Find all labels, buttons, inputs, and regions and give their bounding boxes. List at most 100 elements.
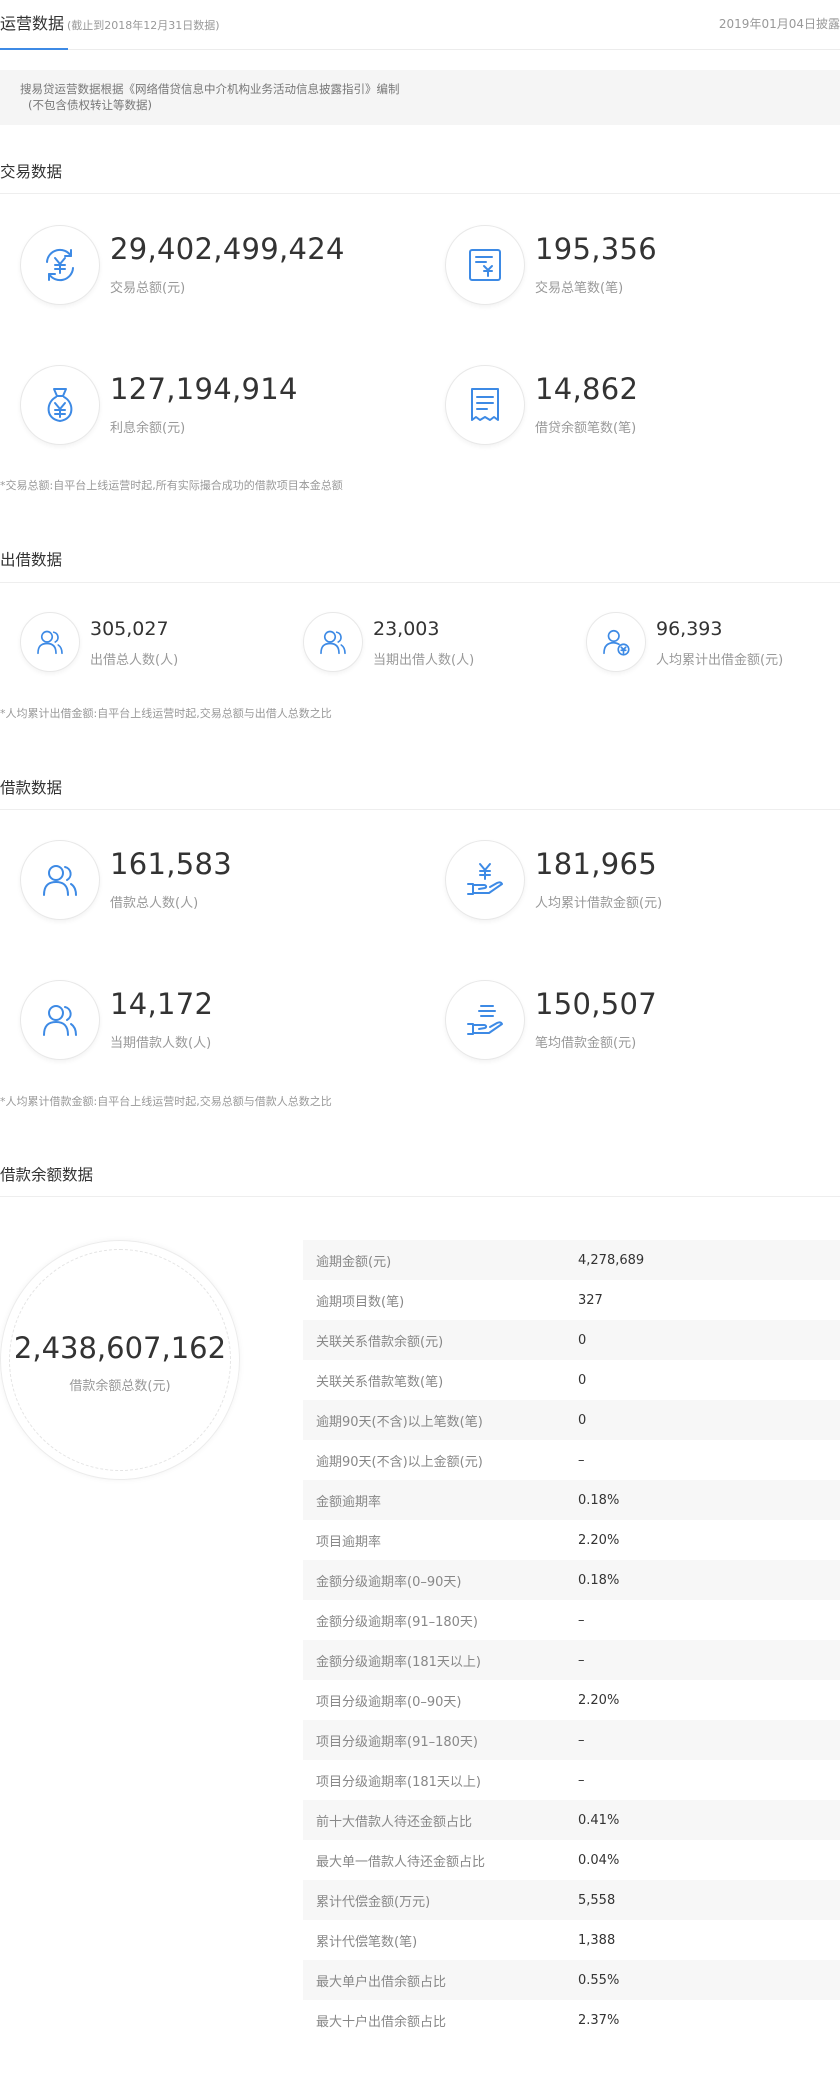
- row-value: 4,278,689: [578, 1252, 645, 1268]
- row-label: 项目分级逾期率(181天以上): [316, 1774, 481, 1790]
- table-row: 最大单一借款人待还金额占比 0.04%: [303, 1840, 840, 1880]
- transaction-divider: [0, 193, 840, 194]
- borrowing-section-title: 借款数据: [0, 779, 63, 797]
- row-label: 关联关系借款笔数(笔): [316, 1374, 444, 1390]
- row-value: 0.04%: [578, 1852, 620, 1868]
- row-value: –: [578, 1452, 585, 1468]
- table-row: 项目分级逾期率(0–90天) 2.20%: [303, 1680, 840, 1720]
- stat-label: 人均累计借款金额(元): [535, 896, 663, 911]
- lending-divider: [0, 582, 840, 583]
- table-row: 项目分级逾期率(91–180天) –: [303, 1720, 840, 1760]
- table-row: 最大十户出借余额占比 2.37%: [303, 2000, 840, 2040]
- table-row: 金额分级逾期率(181天以上) –: [303, 1640, 840, 1680]
- stat-label: 交易总额(元): [110, 281, 186, 296]
- row-label: 金额逾期率: [316, 1494, 382, 1510]
- row-value: 0.41%: [578, 1812, 620, 1828]
- yuan-cycle-icon: [20, 225, 100, 305]
- stat-label: 出借总人数(人): [90, 653, 179, 668]
- row-value: 0: [578, 1332, 587, 1348]
- transaction-footnote: *交易总额:自平台上线运营时起,所有实际撮合成功的借款项目本金总额: [0, 479, 343, 492]
- risk-metrics-table: 逾期金额(元) 4,278,689 逾期项目数(笔) 327 关联关系借款余额(元)…: [303, 1240, 840, 2040]
- row-label: 金额分级逾期率(181天以上): [316, 1654, 481, 1670]
- table-row: 关联关系借款余额(元) 0: [303, 1320, 840, 1360]
- stat-value: 23,003: [373, 618, 440, 640]
- row-label: 最大单户出借余额占比: [316, 1974, 447, 1990]
- row-value: 327: [578, 1292, 603, 1308]
- disclosure-date: 2019年01月04日披露: [718, 17, 840, 31]
- table-row: 关联关系借款笔数(笔) 0: [303, 1360, 840, 1400]
- stat-value: 127,194,914: [110, 372, 298, 406]
- users-icon: [20, 612, 80, 672]
- stat-value: 195,356: [535, 232, 658, 266]
- table-row: 最大单户出借余额占比 0.55%: [303, 1960, 840, 2000]
- row-value: –: [578, 1652, 585, 1668]
- tab-title: 运营数据: [0, 14, 65, 33]
- balance-total-label: 借款余额总数(元): [69, 1379, 171, 1394]
- stat-label: 人均累计出借金额(元): [656, 653, 784, 668]
- stat-label: 借款总人数(人): [110, 896, 199, 911]
- row-label: 金额分级逾期率(91–180天): [316, 1614, 478, 1630]
- row-value: –: [578, 1772, 585, 1788]
- stat-label: 交易总笔数(笔): [535, 281, 624, 296]
- stat-value: 14,172: [110, 987, 214, 1021]
- active-tab-indicator: [0, 48, 68, 50]
- row-value: 0: [578, 1412, 587, 1428]
- row-value: 2.20%: [578, 1532, 620, 1548]
- row-value: 5,558: [578, 1892, 616, 1908]
- notice-box: 搜易贷运营数据根据《网络借贷信息中介机构业务活动信息披露指引》编制 (不包含债权…: [0, 70, 840, 125]
- balance-total-value: 2,438,607,162: [13, 1331, 227, 1365]
- stat-value: 181,965: [535, 847, 658, 881]
- row-label: 项目逾期率: [316, 1534, 382, 1550]
- stat-value: 14,862: [535, 372, 639, 406]
- table-row: 逾期90天(不含)以上笔数(笔) 0: [303, 1400, 840, 1440]
- stat-label: 当期借款人数(人): [110, 1036, 212, 1051]
- row-label: 累计代偿笔数(笔): [316, 1934, 418, 1950]
- lending-section-title: 出借数据: [0, 551, 63, 569]
- notice-line-1: 搜易贷运营数据根据《网络借贷信息中介机构业务活动信息披露指引》编制: [20, 82, 400, 96]
- table-row: 逾期90天(不含)以上金额(元) –: [303, 1440, 840, 1480]
- table-row: 金额逾期率 0.18%: [303, 1480, 840, 1520]
- row-value: 1,388: [578, 1932, 616, 1948]
- row-label: 项目分级逾期率(91–180天): [316, 1734, 478, 1750]
- row-label: 累计代偿金额(万元): [316, 1894, 431, 1910]
- borrowing-divider: [0, 809, 840, 810]
- row-label: 最大单一借款人待还金额占比: [316, 1854, 486, 1870]
- hand-yuan-icon: [445, 840, 525, 920]
- stat-label: 利息余额(元): [110, 421, 186, 436]
- row-value: –: [578, 1612, 585, 1628]
- row-value: 0.55%: [578, 1972, 620, 1988]
- table-row: 前十大借款人待还金额占比 0.41%: [303, 1800, 840, 1840]
- stat-label: 当期出借人数(人): [373, 653, 475, 668]
- row-label: 逾期金额(元): [316, 1254, 392, 1270]
- money-bag-icon: [20, 365, 100, 445]
- table-row: 金额分级逾期率(91–180天) –: [303, 1600, 840, 1640]
- tab-operations-data[interactable]: 运营数据 (截止到2018年12月31日数据): [0, 10, 220, 34]
- notice-line-2: (不包含债权转让等数据): [28, 98, 152, 112]
- stat-value: 161,583: [110, 847, 233, 881]
- tab-bar: 运营数据 (截止到2018年12月31日数据) 2019年01月04日披露: [0, 0, 840, 50]
- row-label: 逾期项目数(笔): [316, 1294, 405, 1310]
- balance-total-ring: 2,438,607,162 借款余额总数(元): [0, 1240, 240, 1480]
- table-row: 逾期项目数(笔) 327: [303, 1280, 840, 1320]
- stat-value: 96,393: [656, 618, 723, 640]
- user-yuan-icon: [586, 612, 646, 672]
- row-value: 2.37%: [578, 2012, 620, 2028]
- table-row: 逾期金额(元) 4,278,689: [303, 1240, 840, 1280]
- stat-label: 笔均借款金额(元): [535, 1036, 637, 1051]
- receipt-icon: [445, 365, 525, 445]
- row-label: 项目分级逾期率(0–90天): [316, 1694, 462, 1710]
- row-label: 前十大借款人待还金额占比: [316, 1814, 473, 1830]
- users-icon: [303, 612, 363, 672]
- row-label: 关联关系借款余额(元): [316, 1334, 444, 1350]
- users-icon: [20, 840, 100, 920]
- row-label: 最大十户出借余额占比: [316, 2014, 447, 2030]
- borrowing-footnote: *人均累计借款金额:自平台上线运营时起,交易总额与借款人总数之比: [0, 1095, 332, 1108]
- row-value: 0: [578, 1372, 587, 1388]
- stat-value: 29,402,499,424: [110, 232, 345, 266]
- table-row: 项目分级逾期率(181天以上) –: [303, 1760, 840, 1800]
- stat-value: 150,507: [535, 987, 658, 1021]
- table-row: 金额分级逾期率(0–90天) 0.18%: [303, 1560, 840, 1600]
- row-value: 0.18%: [578, 1492, 620, 1508]
- balance-divider: [0, 1196, 840, 1197]
- table-row: 累计代偿笔数(笔) 1,388: [303, 1920, 840, 1960]
